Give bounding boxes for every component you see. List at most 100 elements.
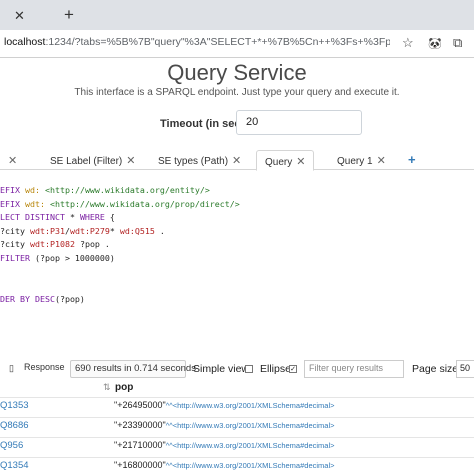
- editor-line: LECT DISTINCT * WHERE {: [0, 211, 474, 225]
- page-size-label: Page size:: [412, 363, 462, 375]
- editor-token: wdt:P1082: [29, 239, 75, 250]
- table-row: Q8686 "+23390000"^^<http://www.w3.org/200…: [0, 420, 474, 438]
- editor-token: {: [109, 212, 115, 223]
- puzzle-icon[interactable]: ⧉: [453, 35, 462, 51]
- editor-token: ?city: [0, 239, 30, 250]
- add-tab-button[interactable]: +: [408, 152, 416, 167]
- close-icon[interactable]: ✕: [8, 155, 17, 167]
- editor-token: (?pop): [54, 293, 85, 304]
- browser-tab-strip: ✕ +: [0, 0, 474, 30]
- response-label[interactable]: Response: [24, 362, 65, 372]
- editor-token: LECT DISTINCT: [0, 212, 70, 223]
- close-icon[interactable]: ✕: [377, 155, 386, 167]
- pop-value: "+26495000"^^<http://www.w3.org/2001/XML…: [114, 400, 335, 410]
- editor-token: wdt:P31: [29, 225, 65, 236]
- editor-token: <http://www.wikidata.org/entity/>: [39, 185, 210, 195]
- new-tab-button[interactable]: +: [64, 5, 74, 25]
- datatype-link[interactable]: ^^<http://www.w3.org/2001/XMLSchema#deci…: [166, 421, 335, 430]
- row-divider: [0, 417, 474, 418]
- literal-value: "+21710000": [114, 440, 166, 450]
- entity-link[interactable]: Q8686: [0, 420, 29, 431]
- literal-value: "+23390000": [114, 420, 166, 430]
- editor-line: ?city wdt:P31/wdt:P279* wd:Q515 .: [0, 225, 474, 239]
- table-row: Q1353 "+26495000"^^<http://www.w3.org/200…: [0, 400, 474, 418]
- datatype-link[interactable]: ^^<http://www.w3.org/2001/XMLSchema#deci…: [166, 441, 335, 450]
- filter-results-input[interactable]: Filter query results: [304, 360, 404, 378]
- url-host: localhost: [4, 36, 46, 48]
- tab-hidden[interactable]: ✕: [4, 154, 17, 167]
- row-divider: [0, 457, 474, 458]
- response-icon: ▯: [9, 363, 14, 373]
- query-tabs: ✕ SE Label (Filter) ✕ SE types (Path) ✕ Qu…: [0, 150, 474, 171]
- tab-query[interactable]: Query ✕: [256, 150, 315, 171]
- table-row: Q1354 "+16800000"^^<http://www.w3.org/200…: [0, 460, 474, 474]
- row-divider: [0, 397, 474, 398]
- editor-token: EFIX: [0, 185, 25, 195]
- datatype-link[interactable]: ^^<http://www.w3.org/2001/XMLSchema#deci…: [166, 401, 335, 410]
- tab-label: SE Label (Filter): [50, 156, 123, 167]
- editor-token: *: [69, 212, 80, 223]
- tab-label: Query 1: [337, 156, 373, 167]
- close-icon[interactable]: ✕: [296, 156, 305, 168]
- editor-token: FILTER: [0, 252, 35, 263]
- datatype-link[interactable]: ^^<http://www.w3.org/2001/XMLSchema#deci…: [166, 461, 335, 470]
- table-row: Q956 "+21710000"^^<http://www.w3.org/2001…: [0, 440, 474, 458]
- editor-token: wd:Q515: [119, 225, 155, 236]
- row-divider: [0, 437, 474, 438]
- results-toolbar: ▯ Response 690 results in 0.714 seconds …: [0, 360, 474, 380]
- results-header: ⇅ pop: [0, 382, 474, 396]
- editor-token: ?pop .: [74, 239, 110, 250]
- tab-se-label-filter[interactable]: SE Label (Filter) ✕: [50, 154, 135, 167]
- page-size-select[interactable]: 50: [456, 360, 474, 378]
- close-tab-icon[interactable]: ✕: [14, 8, 25, 24]
- entity-link[interactable]: Q1353: [0, 400, 29, 411]
- editor-token: .: [154, 225, 165, 236]
- sort-icon[interactable]: ⇅: [103, 382, 111, 393]
- editor-line: DER BY DESC(?pop): [0, 293, 474, 307]
- ellipse-label: Ellipse: [260, 363, 291, 375]
- url-path: :1234/?tabs=%5B%7B"query"%3A"SELECT+*+%7…: [45, 36, 390, 48]
- editor-token: DER BY DESC: [0, 293, 55, 304]
- entity-link[interactable]: Q1354: [0, 460, 29, 471]
- editor-token: ?city: [0, 225, 30, 236]
- editor-line: ?city wdt:P1082 ?pop .: [0, 238, 474, 252]
- literal-value: "+16800000": [114, 460, 166, 470]
- tab-label: SE types (Path): [158, 156, 229, 167]
- results-count: 690 results in 0.714 seconds: [70, 360, 196, 378]
- tab-se-types-path[interactable]: SE types (Path) ✕: [158, 154, 241, 167]
- editor-line: EFIX wdt: <http://www.wikidata.org/prop/…: [0, 198, 474, 212]
- simple-view-checkbox[interactable]: [245, 365, 253, 373]
- page-title: Query Service: [167, 60, 307, 85]
- tab-query-1[interactable]: Query 1 ✕: [337, 154, 386, 167]
- editor-token: <http://www.wikidata.org/prop/direct/>: [44, 198, 240, 209]
- column-header-pop[interactable]: pop: [115, 382, 133, 393]
- editor-token: wdt:P279: [69, 225, 110, 236]
- close-icon[interactable]: ✕: [232, 155, 241, 167]
- tab-label: Query: [265, 157, 293, 168]
- address-bar[interactable]: localhost:1234/?tabs=%5B%7B"query"%3A"SE…: [0, 30, 474, 58]
- literal-value: "+26495000": [114, 400, 166, 410]
- page-subtitle: This interface is a SPARQL endpoint. Jus…: [74, 87, 400, 98]
- editor-token: WHERE: [79, 212, 110, 223]
- pop-value: "+21710000"^^<http://www.w3.org/2001/XML…: [114, 440, 335, 450]
- editor-token: EFIX: [0, 198, 25, 209]
- editor-token: *: [109, 225, 120, 236]
- editor-line: EFIX wd: <http://www.wikidata.org/entity…: [0, 184, 474, 198]
- editor-line: FILTER (?pop > 1000000): [0, 252, 474, 266]
- simple-view-label: Simple view: [193, 363, 250, 375]
- pop-value: "+16800000"^^<http://www.w3.org/2001/XML…: [114, 460, 335, 470]
- editor-token: wd:: [24, 185, 40, 195]
- query-editor[interactable]: EFIX wd: <http://www.wikidata.org/entity…: [0, 184, 474, 306]
- close-icon[interactable]: ✕: [126, 155, 135, 167]
- star-icon[interactable]: ☆: [402, 35, 414, 51]
- pop-value: "+23390000"^^<http://www.w3.org/2001/XML…: [114, 420, 335, 430]
- editor-token: wdt:: [24, 198, 45, 209]
- entity-link[interactable]: Q956: [0, 440, 23, 451]
- timeout-input[interactable]: 20: [236, 110, 362, 135]
- editor-token: (?pop > 1000000): [34, 252, 115, 263]
- ellipse-checkbox[interactable]: ✓: [289, 365, 297, 373]
- url-text[interactable]: localhost:1234/?tabs=%5B%7B"query"%3A"SE…: [4, 36, 390, 48]
- panda-icon[interactable]: 🐼: [428, 37, 442, 50]
